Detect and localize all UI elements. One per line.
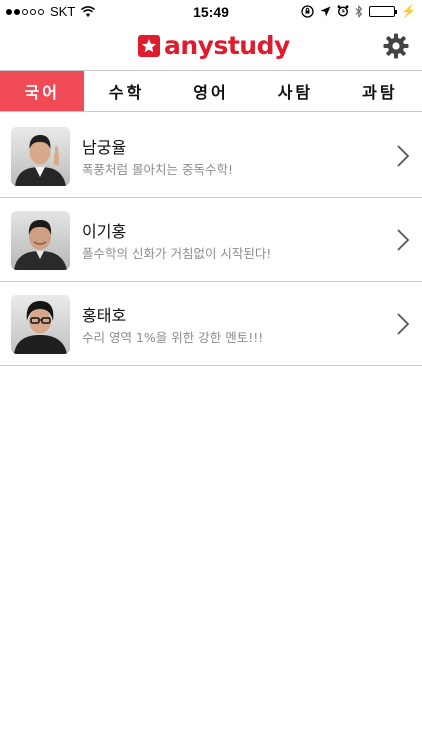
- teacher-name: 이기홍: [82, 222, 127, 241]
- teacher-row[interactable]: 남궁율 폭풍처럼 몰아치는 중독수학!: [0, 114, 422, 198]
- teacher-list: 남궁율 폭풍처럼 몰아치는 중독수학! 이기홍 폴수학의 신화가 거침없이 시작…: [0, 114, 422, 366]
- teacher-name: 남궁율: [82, 138, 127, 157]
- tab-english[interactable]: 영어: [169, 71, 253, 111]
- chevron-right-icon: [397, 145, 410, 167]
- avatar: [11, 127, 70, 186]
- avatar: [11, 211, 70, 270]
- bluetooth-icon: [355, 4, 363, 18]
- settings-button[interactable]: [383, 33, 409, 59]
- status-bar: SKT 15:49 ⚡: [0, 0, 422, 24]
- charging-bolt-icon: ⚡: [401, 4, 416, 18]
- teacher-row[interactable]: 이기홍 폴수학의 신화가 거침없이 시작된다!: [0, 198, 422, 282]
- app-header: anystudy: [0, 24, 422, 70]
- battery-icon: [369, 5, 398, 17]
- teacher-description: 폴수학의 신화가 거침없이 시작된다!: [82, 246, 272, 261]
- location-arrow-icon: [320, 6, 331, 16]
- tab-science[interactable]: 과탐: [338, 71, 422, 111]
- tab-math[interactable]: 수학: [84, 71, 168, 111]
- star-icon: [138, 35, 160, 57]
- gear-icon: [383, 33, 409, 59]
- logo-text: anystudy: [164, 31, 290, 60]
- subject-tabs: 국어 수학 영어 사탐 과탐: [0, 70, 422, 112]
- tab-social-studies[interactable]: 사탐: [253, 71, 337, 111]
- teacher-row[interactable]: 홍태호 수리 영역 1%을 위한 강한 멘토!!!: [0, 282, 422, 366]
- teacher-name: 홍태호: [82, 306, 127, 325]
- teacher-description: 폭풍처럼 몰아치는 중독수학!: [82, 162, 233, 177]
- rotation-lock-icon: [301, 4, 314, 18]
- status-right: ⚡: [301, 4, 416, 18]
- app-logo: anystudy: [138, 33, 290, 59]
- avatar: [11, 295, 70, 354]
- chevron-right-icon: [397, 229, 410, 251]
- tab-korean[interactable]: 국어: [0, 71, 85, 111]
- alarm-clock-icon: [337, 5, 349, 17]
- chevron-right-icon: [397, 313, 410, 335]
- teacher-description: 수리 영역 1%을 위한 강한 멘토!!!: [82, 330, 264, 345]
